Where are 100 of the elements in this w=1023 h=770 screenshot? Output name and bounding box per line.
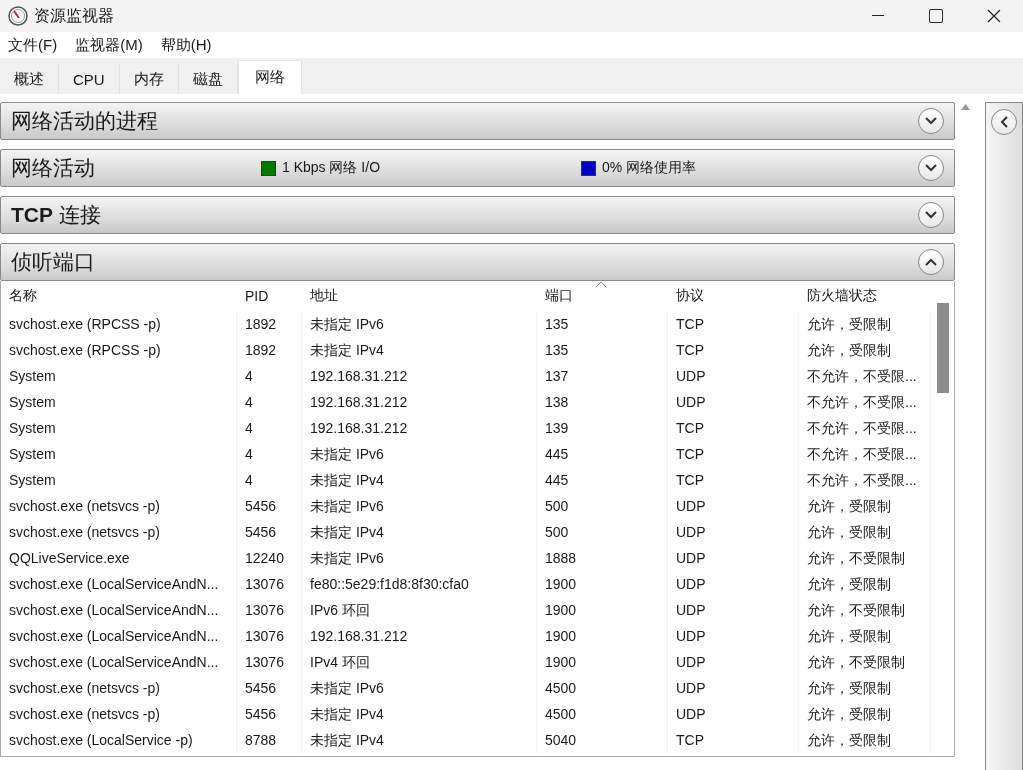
chevron-left-icon — [1000, 116, 1008, 128]
table-cell: 4 — [237, 363, 302, 389]
section-header[interactable]: 网络活动 1 Kbps 网络 I/O 0% 网络使用率 — [0, 149, 955, 187]
table-cell: 1892 — [237, 337, 302, 363]
scroll-up-icon[interactable] — [960, 104, 970, 110]
table-cell: UDP — [668, 389, 799, 415]
table-cell: 137 — [537, 363, 668, 389]
table-cell: 445 — [537, 467, 668, 493]
table-cell: UDP — [668, 519, 799, 545]
table-cell: 4 — [237, 441, 302, 467]
table-cell: 1892 — [237, 311, 302, 337]
table-cell: 192.168.31.212 — [302, 389, 537, 415]
table-cell: svchost.exe (LocalServiceAndN... — [1, 623, 237, 649]
collapse-button[interactable] — [918, 249, 944, 275]
table-cell: 5456 — [237, 493, 302, 519]
table-cell: 允许，受限制 — [799, 311, 931, 337]
table-cell: System — [1, 363, 237, 389]
table-cell: IPv4 环回 — [302, 649, 537, 675]
table-cell: 192.168.31.212 — [302, 623, 537, 649]
table-cell: TCP — [668, 727, 799, 753]
table-cell: 未指定 IPv4 — [302, 701, 537, 727]
table-cell: 未指定 IPv6 — [302, 675, 537, 701]
chevron-down-icon — [925, 117, 937, 125]
minimize-icon — [872, 15, 884, 17]
table-cell: QQLiveService.exe — [1, 545, 237, 571]
menu-item[interactable]: 帮助(H) — [154, 35, 218, 55]
scrollbar-thumb[interactable] — [937, 303, 949, 393]
table-cell: 未指定 IPv6 — [302, 441, 537, 467]
gauge-icon — [8, 6, 28, 26]
table-cell: 未指定 IPv4 — [302, 337, 537, 363]
table-cell: IPv6 环回 — [302, 597, 537, 623]
table-cell: TCP — [668, 441, 799, 467]
table-cell: 允许，不受限制 — [799, 597, 931, 623]
table-cell: svchost.exe (RPCSS -p) — [1, 337, 237, 363]
table-cell: 未指定 IPv6 — [302, 311, 537, 337]
table-cell: 1900 — [537, 597, 668, 623]
table-cell: TCP — [668, 467, 799, 493]
table-cell: 135 — [537, 311, 668, 337]
table-cell: 允许，受限制 — [799, 519, 931, 545]
section-title: 网络活动 — [11, 155, 96, 181]
table-cell: 13076 — [237, 623, 302, 649]
legend-label: 0% 网络使用率 — [602, 159, 697, 177]
table-cell: 139 — [537, 415, 668, 441]
table-cell: 允许，不受限制 — [799, 545, 931, 571]
table-cell: TCP — [668, 415, 799, 441]
table-cell: 允许，受限制 — [799, 493, 931, 519]
section-header[interactable]: 网络活动的进程 — [0, 102, 955, 140]
table-cell: svchost.exe (netsvcs -p) — [1, 701, 237, 727]
close-icon — [987, 9, 1001, 23]
table-cell: fe80::5e29:f1d8:8f30:cfa0 — [302, 571, 537, 597]
chevron-up-icon — [925, 258, 937, 266]
table-cell: 不允许，不受限... — [799, 415, 931, 441]
table-cell: 5456 — [237, 519, 302, 545]
table-cell: svchost.exe (netsvcs -p) — [1, 519, 237, 545]
expand-button[interactable] — [918, 155, 944, 181]
table-cell: svchost.exe (RPCSS -p) — [1, 311, 237, 337]
table-cell: UDP — [668, 363, 799, 389]
tab[interactable]: 网络 — [237, 60, 302, 94]
menu-item[interactable]: 文件(F) — [2, 35, 64, 55]
expand-button[interactable] — [918, 202, 944, 228]
table-cell: UDP — [668, 701, 799, 727]
table-cell: 1900 — [537, 571, 668, 597]
table-cell: svchost.exe (LocalService -p) — [1, 727, 237, 753]
section-title: 侦听端口 — [11, 249, 96, 275]
table-cell: 不允许，不受限... — [799, 467, 931, 493]
table-cell: 138 — [537, 389, 668, 415]
table-cell: svchost.exe (netsvcs -p) — [1, 675, 237, 701]
table-cell: 允许，受限制 — [799, 337, 931, 363]
table-cell: UDP — [668, 493, 799, 519]
chevron-down-icon — [925, 211, 937, 219]
table-cell: TCP — [668, 311, 799, 337]
table-cell: 1900 — [537, 649, 668, 675]
table-cell: 8788 — [237, 727, 302, 753]
window-title: 资源监视器 — [34, 5, 115, 26]
table-cell: 13076 — [237, 571, 302, 597]
table-cell: 135 — [537, 337, 668, 363]
table-cell: 5456 — [237, 675, 302, 701]
table-cell: UDP — [668, 649, 799, 675]
table-cell: 未指定 IPv4 — [302, 519, 537, 545]
table-cell: System — [1, 389, 237, 415]
section-header[interactable]: TCP 连接 — [0, 196, 955, 234]
table-cell: 192.168.31.212 — [302, 363, 537, 389]
table-cell: System — [1, 415, 237, 441]
section-header[interactable]: 侦听端口 — [0, 243, 955, 281]
table-cell: UDP — [668, 597, 799, 623]
sort-ascending-icon — [595, 281, 607, 288]
legend-label: 1 Kbps 网络 I/O — [282, 159, 381, 177]
menu-item[interactable]: 监视器(M) — [69, 35, 149, 55]
table-cell: 5456 — [237, 701, 302, 727]
table-cell: svchost.exe (LocalServiceAndN... — [1, 649, 237, 675]
table-cell: 未指定 IPv6 — [302, 545, 537, 571]
table-cell: 500 — [537, 493, 668, 519]
expand-button[interactable] — [918, 108, 944, 134]
table-cell: 允许，不受限制 — [799, 649, 931, 675]
maximize-icon — [929, 9, 943, 23]
table-cell: 5040 — [537, 727, 668, 753]
table-cell: UDP — [668, 675, 799, 701]
expand-panel-button[interactable] — [991, 109, 1017, 135]
table-cell: UDP — [668, 623, 799, 649]
table-cell: 4 — [237, 415, 302, 441]
